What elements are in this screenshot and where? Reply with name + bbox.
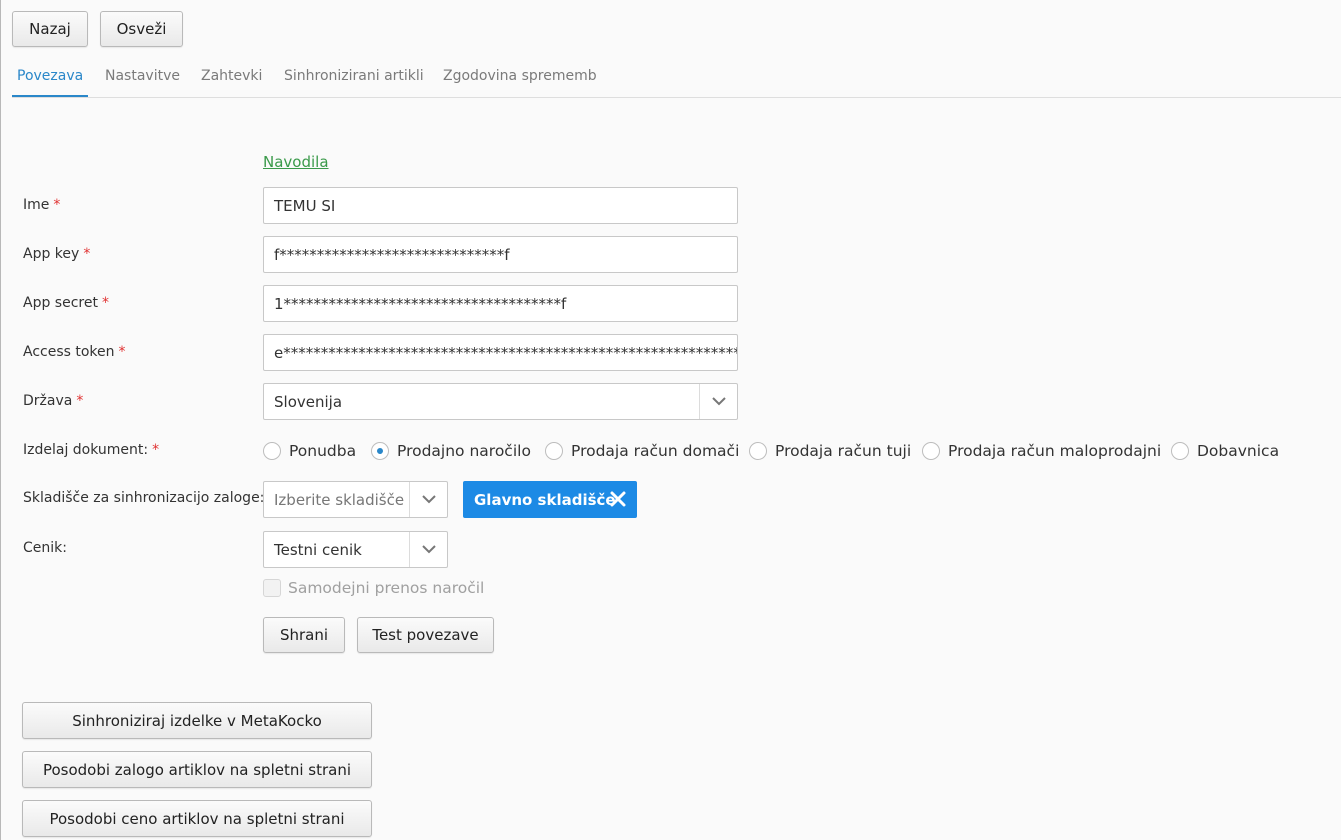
left-border — [0, 0, 1, 840]
access-token-label: Access token * — [23, 344, 126, 360]
radio-label: Prodaja račun domači — [571, 442, 740, 460]
pricelist-label: Cenik: — [23, 540, 67, 556]
country-select-value: Slovenija — [274, 392, 343, 411]
refresh-button[interactable]: Osveži — [100, 11, 183, 47]
name-label: Ime * — [23, 197, 61, 213]
country-select[interactable]: Slovenija — [263, 383, 738, 420]
radio-label: Prodaja račun tuji — [775, 442, 912, 460]
save-button[interactable]: Shrani — [263, 617, 345, 653]
radio-prodaja-racun-maloprodajni[interactable]: Prodaja račun maloprodajni — [922, 440, 1161, 462]
tab-zahtevki[interactable]: Zahtevki — [201, 68, 262, 97]
country-label: Država * — [23, 393, 84, 409]
warehouse-label: Skladišče za sinhronizacijo zaloge: — [23, 490, 265, 506]
radio-prodajno-narocilo[interactable]: Prodajno naročilo — [371, 440, 531, 462]
radio-label: Dobavnica — [1197, 442, 1280, 460]
radio-label: Prodajno naročilo — [397, 442, 531, 460]
warehouse-tag-label: Glavno skladišče — [474, 490, 616, 509]
pricelist-select[interactable]: Testni cenik — [263, 531, 448, 568]
name-input[interactable]: TEMU SI — [263, 187, 738, 224]
radio-prodaja-racun-tuji[interactable]: Prodaja račun tuji — [749, 440, 911, 462]
tab-sinhronizirani-artikli[interactable]: Sinhronizirani artikli — [284, 68, 424, 97]
app-key-input[interactable]: f******************************f — [263, 236, 738, 273]
radio-button-selected[interactable] — [371, 442, 389, 460]
warehouse-select[interactable]: Izberite skladišče — [263, 481, 448, 518]
instructions-link[interactable]: Navodila — [263, 153, 329, 171]
radio-button[interactable] — [1171, 442, 1189, 460]
radio-button[interactable] — [922, 442, 940, 460]
chevron-down-icon — [409, 482, 447, 517]
radio-prodaja-racun-domaci[interactable]: Prodaja račun domači — [545, 440, 739, 462]
radio-dobavnica[interactable]: Dobavnica — [1171, 440, 1279, 462]
app-secret-input[interactable]: 1*************************************f — [263, 285, 738, 322]
tab-povezava[interactable]: Povezava — [12, 68, 89, 97]
warehouse-select-placeholder: Izberite skladišče — [274, 490, 405, 509]
test-connection-button[interactable]: Test povezave — [357, 617, 494, 653]
radio-button[interactable] — [749, 442, 767, 460]
access-token-input[interactable]: e***************************************… — [263, 334, 738, 371]
close-icon[interactable] — [609, 490, 627, 508]
radio-label: Ponudba — [289, 442, 357, 460]
radio-button[interactable] — [263, 442, 281, 460]
update-price-button[interactable]: Posodobi ceno artiklov na spletni strani — [22, 800, 372, 837]
back-button[interactable]: Nazaj — [12, 11, 88, 47]
chevron-down-icon — [409, 532, 447, 567]
auto-transfer-row: Samodejni prenos naročil — [263, 579, 484, 597]
radio-button[interactable] — [545, 442, 563, 460]
warehouse-tag: Glavno skladišče — [463, 481, 637, 518]
sync-products-button[interactable]: Sinhroniziraj izdelke v MetaKocko — [22, 702, 372, 739]
auto-transfer-label: Samodejni prenos naročil — [288, 579, 485, 597]
auto-transfer-checkbox[interactable] — [263, 579, 281, 597]
tab-nastavitve[interactable]: Nastavitve — [105, 68, 180, 97]
update-stock-button[interactable]: Posodobi zalogo artiklov na spletni stra… — [22, 751, 372, 788]
radio-label: Prodaja račun maloprodajni — [948, 442, 1162, 460]
document-label: Izdelaj dokument: * — [23, 442, 160, 458]
app-secret-label: App secret * — [23, 295, 109, 311]
tab-bar: Povezava Nastavitve Zahtevki Sinhronizir… — [12, 62, 1341, 98]
tab-zgodovina-sprememb[interactable]: Zgodovina sprememb — [443, 68, 597, 97]
chevron-down-icon — [699, 384, 737, 419]
app-key-label: App key * — [23, 246, 91, 262]
radio-ponudba[interactable]: Ponudba — [263, 440, 356, 462]
pricelist-select-value: Testni cenik — [274, 540, 362, 559]
